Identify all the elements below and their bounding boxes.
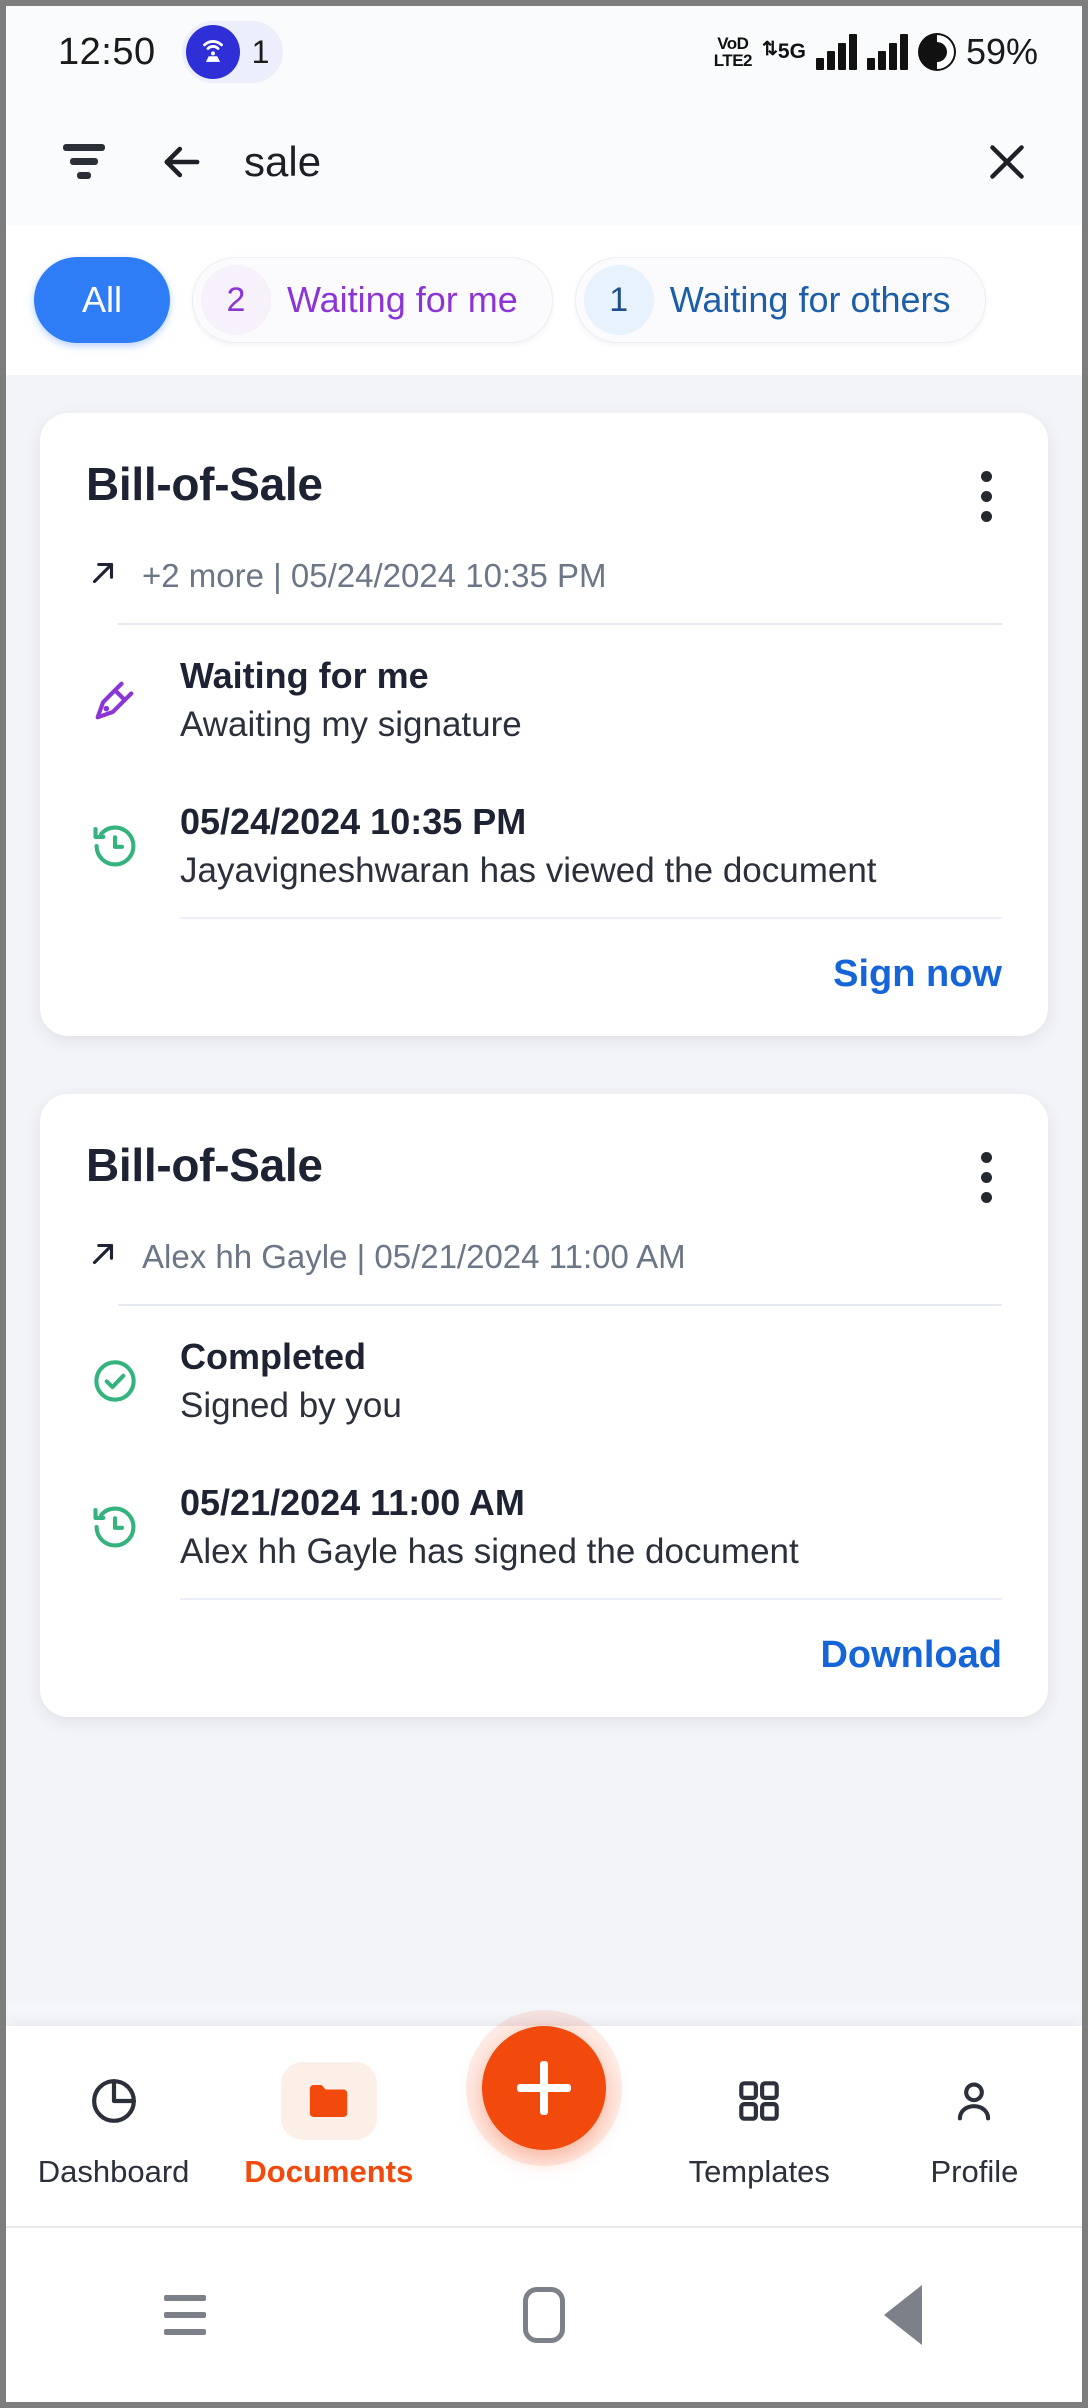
nav-label-dashboard: Dashboard bbox=[37, 2154, 190, 2189]
nav-item-profile[interactable]: Profile bbox=[867, 2062, 1082, 2190]
hotspot-icon bbox=[185, 25, 240, 79]
kebab-menu-icon[interactable] bbox=[971, 457, 1002, 536]
chip-waiting-for-me-label: Waiting for me bbox=[287, 279, 518, 320]
search-header: sale bbox=[6, 98, 1082, 225]
status-time: 12:50 bbox=[58, 30, 156, 73]
search-input[interactable]: sale bbox=[244, 138, 321, 186]
activity-row: 05/21/2024 11:00 AM Alex hh Gayle has si… bbox=[86, 1452, 1002, 1598]
card-subtitle-row: Alex hh Gayle | 05/21/2024 11:00 AM bbox=[86, 1237, 1002, 1276]
volte-icon: VoD LTE2 bbox=[713, 34, 753, 70]
chip-waiting-for-me-count: 2 bbox=[201, 265, 272, 335]
sign-now-button[interactable]: Sign now bbox=[86, 919, 1002, 1002]
recents-icon[interactable] bbox=[6, 2295, 365, 2335]
chip-waiting-for-others-count: 1 bbox=[583, 265, 654, 335]
nav-item-templates[interactable]: Templates bbox=[652, 2062, 867, 2190]
nav-label-profile: Profile bbox=[930, 2154, 1019, 2189]
status-row: Waiting for me Awaiting my signature bbox=[86, 625, 1002, 771]
hotspot-indicator: 1 bbox=[181, 21, 284, 83]
close-icon[interactable] bbox=[982, 137, 1032, 187]
chip-all[interactable]: All bbox=[34, 257, 171, 343]
add-document-fab[interactable] bbox=[482, 2026, 606, 2150]
history-clock-icon bbox=[86, 820, 144, 872]
status-subtitle: Signed by you bbox=[180, 1386, 402, 1425]
download-label: Download bbox=[820, 1634, 1002, 1676]
activity-row: 05/24/2024 10:35 PM Jayavigneshwaran has… bbox=[86, 771, 1002, 917]
share-arrow-icon bbox=[86, 1237, 120, 1276]
document-title: Bill-of-Sale bbox=[86, 458, 323, 510]
nav-label-templates: Templates bbox=[688, 2154, 830, 2189]
chip-all-label: All bbox=[82, 279, 123, 320]
status-subtitle: Awaiting my signature bbox=[180, 705, 522, 744]
document-title: Bill-of-Sale bbox=[86, 1139, 323, 1191]
chip-waiting-for-me[interactable]: 2 Waiting for me bbox=[192, 257, 553, 343]
folder-icon bbox=[280, 2062, 377, 2140]
share-arrow-icon bbox=[86, 556, 120, 595]
check-circle-icon bbox=[86, 1355, 144, 1407]
document-meta: Alex hh Gayle | 05/21/2024 11:00 AM bbox=[142, 1237, 686, 1275]
card-subtitle-row: +2 more | 05/24/2024 10:35 PM bbox=[86, 556, 1002, 595]
person-icon bbox=[926, 2062, 1022, 2140]
activity-title: 05/24/2024 10:35 PM bbox=[180, 801, 527, 842]
activity-title: 05/21/2024 11:00 AM bbox=[180, 1482, 525, 1523]
android-navigation-bar bbox=[6, 2226, 1082, 2402]
filter-chips[interactable]: All 2 Waiting for me 1 Waiting for other… bbox=[6, 225, 1082, 375]
status-icons: VoD LTE2 ⇅ 5G 59% bbox=[714, 31, 1038, 73]
activity-subtitle: Jayavigneshwaran has viewed the document bbox=[180, 851, 877, 890]
download-button[interactable]: Download bbox=[86, 1600, 1002, 1683]
battery-icon bbox=[917, 33, 956, 71]
filter-icon[interactable] bbox=[58, 136, 110, 188]
document-card[interactable]: Bill-of-Sale +2 more | 05/24/2024 10:35 … bbox=[40, 413, 1048, 1036]
back-arrow-icon[interactable] bbox=[156, 136, 208, 188]
kebab-menu-icon[interactable] bbox=[971, 1138, 1002, 1217]
activity-subtitle: Alex hh Gayle has signed the document bbox=[180, 1532, 799, 1571]
document-list[interactable]: Bill-of-Sale +2 more | 05/24/2024 10:35 … bbox=[6, 375, 1082, 2003]
nav-label-documents: Documents bbox=[244, 2154, 414, 2189]
history-clock-icon bbox=[86, 1501, 144, 1553]
document-card[interactable]: Bill-of-Sale Alex hh Gayle | 05/21/2024 … bbox=[40, 1094, 1048, 1717]
chip-waiting-for-others[interactable]: 1 Waiting for others bbox=[574, 257, 986, 343]
network-type-icon: ⇅ 5G bbox=[762, 39, 806, 64]
plus-icon bbox=[517, 2061, 571, 2115]
nav-item-documents[interactable]: Documents bbox=[221, 2062, 436, 2190]
signal-bars-1-icon bbox=[815, 34, 857, 70]
battery-percent: 59% bbox=[965, 31, 1038, 72]
phone-screen: 12:50 1 VoD LTE2 ⇅ 5G 59% sale All 2 Wai… bbox=[0, 0, 1088, 2408]
sign-now-label: Sign now bbox=[833, 953, 1002, 995]
pie-chart-icon bbox=[66, 2062, 162, 2140]
document-meta: +2 more | 05/24/2024 10:35 PM bbox=[142, 556, 607, 594]
signal-bars-2-icon bbox=[866, 34, 908, 70]
status-title: Waiting for me bbox=[180, 655, 429, 696]
back-icon[interactable] bbox=[723, 2285, 1082, 2345]
status-title: Completed bbox=[180, 1336, 367, 1377]
nav-item-dashboard[interactable]: Dashboard bbox=[6, 2062, 221, 2190]
hotspot-count: 1 bbox=[251, 33, 270, 70]
chip-waiting-for-others-label: Waiting for others bbox=[669, 279, 951, 320]
card-header: Bill-of-Sale bbox=[86, 457, 1002, 536]
status-bar: 12:50 1 VoD LTE2 ⇅ 5G 59% bbox=[6, 6, 1082, 98]
home-icon[interactable] bbox=[365, 2287, 724, 2343]
card-header: Bill-of-Sale bbox=[86, 1138, 1002, 1217]
status-row: Completed Signed by you bbox=[86, 1306, 1002, 1452]
grid-icon bbox=[711, 2062, 807, 2140]
signature-pen-icon bbox=[86, 674, 144, 726]
